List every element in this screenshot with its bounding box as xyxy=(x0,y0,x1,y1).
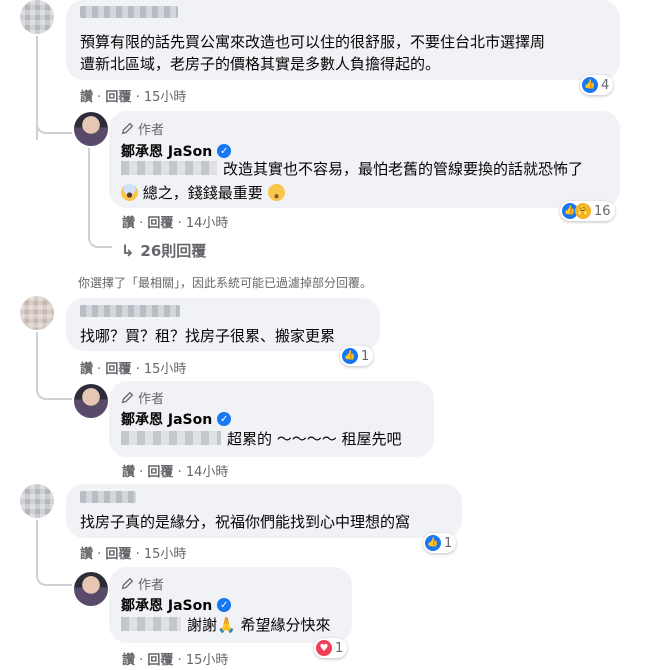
reaction-count[interactable]: 👍 1 xyxy=(423,533,457,553)
comment-text: 預算有限的話先買公寓來改造也可以住的很舒服，不要住台北市選擇周 xyxy=(80,33,546,51)
reaction-count-label: 1 xyxy=(335,640,344,656)
folded-hands-emoji-icon: 🙏 xyxy=(217,616,236,634)
avatar[interactable] xyxy=(20,0,54,34)
timestamp[interactable]: 15小時 xyxy=(144,547,187,562)
author-avatar[interactable] xyxy=(74,384,108,418)
commenter-name-redacted[interactable] xyxy=(80,6,178,18)
reply-text: 改造其實也不容易，最怕老舊的管線要換的話就恐怖了 xyxy=(121,157,583,181)
heart-icon: ♥ xyxy=(316,640,332,656)
avatar[interactable] xyxy=(20,484,54,518)
like-link[interactable]: 讚 xyxy=(80,90,93,105)
disappointed-emoji-icon xyxy=(267,184,285,201)
author-badge: 作者 xyxy=(121,388,164,407)
pen-icon xyxy=(121,391,134,404)
commenter-name-redacted[interactable] xyxy=(80,305,180,317)
thread-line xyxy=(88,148,90,240)
reply-actions: 讚 · 回覆 · 15小時 xyxy=(122,653,229,668)
comment-actions: 讚 · 回覆 · 15小時 xyxy=(80,362,187,377)
reaction-count-label: 4 xyxy=(601,77,610,93)
like-link[interactable]: 讚 xyxy=(80,547,93,562)
reply-actions: 讚 · 回覆 · 14小時 xyxy=(122,216,229,231)
thread-connector xyxy=(36,370,72,400)
author-avatar[interactable] xyxy=(74,112,108,146)
timestamp[interactable]: 14小時 xyxy=(186,465,229,480)
reaction-count[interactable]: ♥ 1 xyxy=(314,638,348,658)
pen-icon xyxy=(121,122,134,135)
comment-actions: 讚 · 回覆 · 15小時 xyxy=(80,90,187,105)
like-icon: 👍 xyxy=(342,348,358,364)
verified-icon: ✓ xyxy=(217,598,232,612)
thread-connector xyxy=(36,560,72,586)
like-link[interactable]: 讚 xyxy=(122,465,135,480)
verified-icon: ✓ xyxy=(217,144,232,158)
reply-text-line: 改造其實也不容易，最怕老舊的管線要換的話就恐怖了 xyxy=(223,160,584,178)
avatar[interactable] xyxy=(20,296,54,330)
timestamp[interactable]: 15小時 xyxy=(144,90,187,105)
pen-icon xyxy=(121,577,134,590)
reply-text-line: 超累的 ～～～～ 租屋先吧 xyxy=(227,430,402,448)
reaction-count-label: 1 xyxy=(361,348,370,364)
comment-text: 找哪？買？租？找房子很累、搬家更累 xyxy=(80,327,336,345)
mention-redacted[interactable] xyxy=(121,161,217,175)
reply-bubble: 作者 鄒承恩 JaSon ✓ 謝謝🙏 希望緣分快來 xyxy=(109,567,352,643)
reply-text: 謝謝🙏 希望緣分快來 xyxy=(121,613,331,637)
reply-bubble: 作者 鄒承恩 JaSon ✓ 超累的 ～～～～ 租屋先吧 xyxy=(109,381,434,457)
scream-emoji-icon xyxy=(121,184,138,201)
reply-link[interactable]: 回覆 xyxy=(147,216,173,231)
comment-text: 找房子真的是緣分，祝福你們能找到心中理想的窩 xyxy=(80,513,411,531)
reply-link[interactable]: 回覆 xyxy=(105,90,131,105)
reply-actions: 讚 · 回覆 · 14小時 xyxy=(122,465,229,480)
reply-text-line: 總之，錢錢最重要 xyxy=(142,184,263,202)
author-name-label: 鄒承恩 JaSon xyxy=(121,412,213,428)
timestamp[interactable]: 15小時 xyxy=(144,362,187,377)
timestamp[interactable]: 15小時 xyxy=(186,653,229,668)
thread-connector xyxy=(88,232,112,248)
reply-text: 總之，錢錢最重要 xyxy=(121,181,285,205)
author-name[interactable]: 鄒承恩 JaSon ✓ xyxy=(121,409,232,429)
like-link[interactable]: 讚 xyxy=(80,362,93,377)
author-badge-label: 作者 xyxy=(138,578,165,593)
mention-redacted[interactable] xyxy=(121,431,221,445)
thread-connector xyxy=(36,112,72,134)
commenter-name-redacted[interactable] xyxy=(80,491,136,503)
author-badge: 作者 xyxy=(121,574,164,593)
reaction-count[interactable]: 👍 🤗 16 xyxy=(560,201,615,221)
reaction-count-label: 1 xyxy=(444,535,453,551)
reply-link[interactable]: 回覆 xyxy=(105,362,131,377)
author-name[interactable]: 鄒承恩 JaSon ✓ xyxy=(121,595,232,615)
comment-text: 遭新北區域，老房子的價格其實是多數人負擔得起的。 xyxy=(80,55,441,73)
verified-icon: ✓ xyxy=(217,412,232,426)
filter-notice: 你選擇了「最相關」，因此系統可能已過濾掉部分回覆。 xyxy=(78,276,373,290)
comment-actions: 讚 · 回覆 · 15小時 xyxy=(80,547,187,562)
reply-link[interactable]: 回覆 xyxy=(105,547,131,562)
reply-link[interactable]: 回覆 xyxy=(147,465,173,480)
like-link[interactable]: 讚 xyxy=(122,216,135,231)
author-name-label: 鄒承恩 JaSon xyxy=(121,598,213,614)
reply-arrow-icon: ↳ xyxy=(121,241,135,260)
author-badge-label: 作者 xyxy=(138,123,165,138)
like-icon: 👍 xyxy=(425,535,441,551)
reaction-count-label: 16 xyxy=(594,203,611,219)
reply-text-line: 希望緣分快來 xyxy=(240,616,331,634)
author-avatar[interactable] xyxy=(74,572,108,606)
view-replies-label: 26則回覆 xyxy=(140,242,207,260)
comment-bubble: 找房子真的是緣分，祝福你們能找到心中理想的窩 xyxy=(66,484,462,538)
care-icon: 🤗 xyxy=(575,203,591,219)
comment-bubble: 找哪？買？租？找房子很累、搬家更累 xyxy=(66,298,380,351)
timestamp[interactable]: 14小時 xyxy=(186,216,229,231)
mention-redacted[interactable] xyxy=(121,617,181,631)
like-icon: 👍 xyxy=(582,77,598,93)
reply-text: 超累的 ～～～～ 租屋先吧 xyxy=(121,427,402,451)
author-badge: 作者 xyxy=(121,119,164,138)
view-replies-link[interactable]: ↳ 26則回覆 xyxy=(121,240,206,261)
reply-link[interactable]: 回覆 xyxy=(147,653,173,668)
author-badge-label: 作者 xyxy=(138,392,165,407)
reaction-count[interactable]: 👍 1 xyxy=(340,346,374,366)
reply-text-line: 謝謝 xyxy=(187,616,218,634)
comment-bubble: 預算有限的話先買公寓來改造也可以住的很舒服，不要住台北市選擇周 遭新北區域，老房… xyxy=(66,0,620,80)
reaction-count[interactable]: 👍 4 xyxy=(580,75,614,95)
like-link[interactable]: 讚 xyxy=(122,653,135,668)
reply-bubble: 作者 鄒承恩 JaSon ✓ 改造其實也不容易，最怕老舊的管線要換的話就恐怖了 … xyxy=(109,111,620,208)
